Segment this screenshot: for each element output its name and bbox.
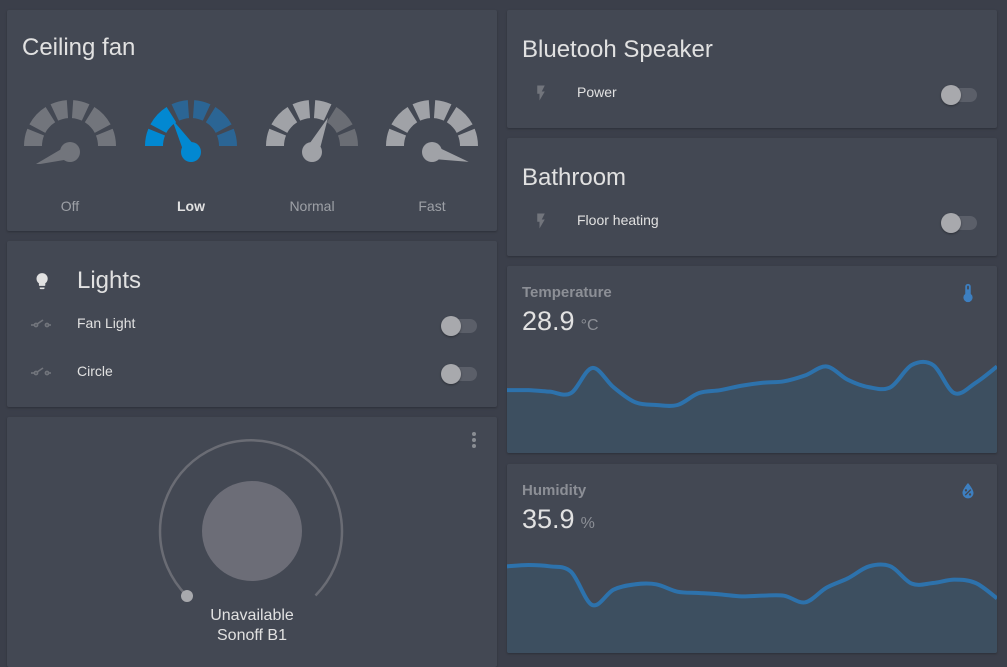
humidity-sensor-card[interactable]: Humidity 35.9% xyxy=(507,464,997,653)
gauge-segment xyxy=(292,100,311,121)
thermometer-icon xyxy=(963,283,973,303)
speedometer-off-icon xyxy=(24,100,116,164)
light-switch-icon xyxy=(31,367,51,376)
entity-name: Circle xyxy=(77,363,113,379)
light-toggle-button[interactable] xyxy=(202,481,302,581)
fan-speed-off-button[interactable]: Off xyxy=(15,94,125,224)
card-title: Bathroom xyxy=(522,164,627,191)
fan-light-toggle[interactable] xyxy=(441,315,477,336)
gauge-segment xyxy=(205,106,232,133)
fan-speed-label: Off xyxy=(60,198,80,214)
humidity-sparkline xyxy=(507,562,997,653)
light-state: Unavailable xyxy=(210,607,294,624)
speedometer-fast-icon xyxy=(386,100,478,162)
gauge-segment xyxy=(337,128,358,146)
sensor-value-wrap: 35.9% xyxy=(522,504,595,535)
bluetooth-speaker-card: Bluetooh Speaker Power xyxy=(507,10,997,128)
card-title: Lights xyxy=(77,267,142,294)
sensor-unit: °C xyxy=(580,317,599,334)
gauge-segment xyxy=(433,100,452,121)
light-name: Sonoff B1 xyxy=(217,627,287,644)
entity-row-power: Power xyxy=(507,73,997,113)
floor-heating-toggle[interactable] xyxy=(941,212,977,233)
sensor-name: Humidity xyxy=(522,482,587,499)
gauge-needle xyxy=(172,119,198,156)
fan-speed-label: Fast xyxy=(418,198,446,214)
fan-speed-low-button[interactable]: Low xyxy=(136,94,246,224)
gauge-segment xyxy=(266,128,287,146)
entity-name: Floor heating xyxy=(577,212,659,228)
gauge-segment xyxy=(24,128,45,146)
sensor-value: 28.9 xyxy=(522,306,575,336)
brightness-handle[interactable] xyxy=(181,590,193,602)
gauge-segment xyxy=(446,106,473,133)
sensor-name: Temperature xyxy=(522,284,612,301)
lights-card: Lights Fan Light Circle xyxy=(7,241,497,407)
gauge-segment xyxy=(145,128,166,146)
sensor-value: 35.9 xyxy=(522,504,575,534)
gauge-segment xyxy=(457,128,478,146)
gauge-segment xyxy=(412,100,431,121)
gauge-needle xyxy=(305,117,329,155)
temperature-sensor-card[interactable]: Temperature 28.9 °C xyxy=(507,266,997,453)
card-title: Ceiling fan xyxy=(22,34,136,61)
gauge-segment xyxy=(71,100,90,121)
flash-icon xyxy=(537,85,545,101)
temperature-sparkline xyxy=(507,359,997,453)
entity-row-floor-heating: Floor heating xyxy=(507,201,997,241)
power-toggle[interactable] xyxy=(941,84,977,105)
light-control-card: Unavailable Sonoff B1 xyxy=(7,417,497,667)
gauge-segment xyxy=(50,100,69,121)
speedometer-medium-icon xyxy=(266,100,358,162)
light-switch-icon xyxy=(31,319,51,328)
gauge-segment xyxy=(216,128,237,146)
entity-name: Power xyxy=(577,84,617,100)
fan-speed-fast-button[interactable]: Fast xyxy=(377,94,487,224)
gauge-segment xyxy=(326,106,353,133)
sparkline-area xyxy=(507,361,997,453)
fan-speed-label: Low xyxy=(177,198,205,214)
sensor-unit: % xyxy=(580,515,595,532)
fan-speed-normal-button[interactable]: Normal xyxy=(257,94,367,224)
gauge-segment xyxy=(271,106,298,133)
dots-vertical-icon[interactable] xyxy=(471,431,477,449)
flash-icon xyxy=(537,213,545,229)
gauge-segment xyxy=(386,128,407,146)
entity-name: Fan Light xyxy=(77,315,136,331)
gauge-segment xyxy=(192,100,211,121)
sensor-value-wrap: 28.9 °C xyxy=(522,306,599,337)
bathroom-card: Bathroom Floor heating xyxy=(507,138,997,256)
gauge-segment xyxy=(84,106,111,133)
fan-speed-label: Normal xyxy=(289,198,335,214)
gauge-segment xyxy=(95,128,116,146)
gauge-segment xyxy=(313,100,332,121)
gauge-segment xyxy=(391,106,418,133)
gauge-segment xyxy=(29,106,56,133)
entity-row-fan-light: Fan Light xyxy=(7,304,497,344)
ceiling-fan-card: Ceiling fan Off Low Normal Fast xyxy=(7,10,497,231)
gauge-segment xyxy=(171,100,190,121)
entity-row-circle: Circle xyxy=(7,352,497,392)
brightness-slider[interactable] xyxy=(157,437,347,617)
sparkline-area xyxy=(507,564,997,653)
speedometer-slow-icon xyxy=(145,100,237,162)
card-title: Bluetooh Speaker xyxy=(522,36,713,63)
circle-toggle[interactable] xyxy=(441,363,477,384)
lightbulb-icon xyxy=(36,273,48,290)
water-percent-icon xyxy=(962,482,974,499)
